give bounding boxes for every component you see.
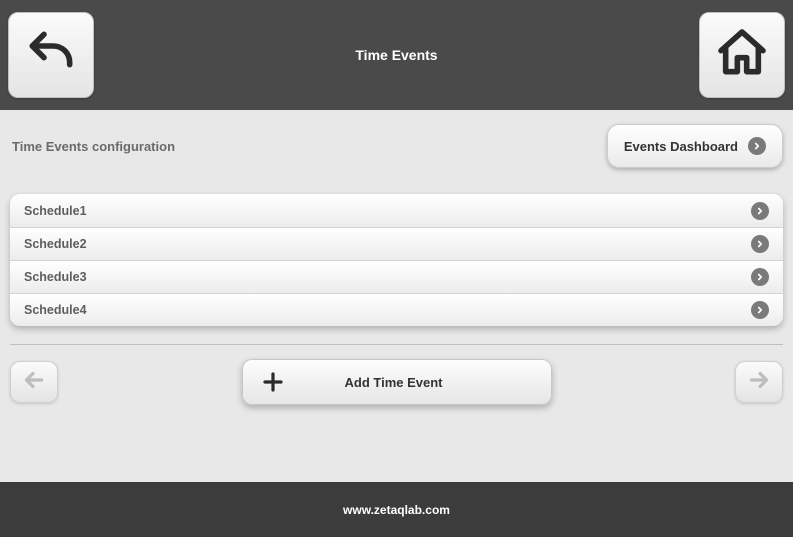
content-area: Time Events configuration Events Dashboa… <box>0 110 793 411</box>
events-dashboard-label: Events Dashboard <box>624 139 738 154</box>
back-arrow-icon <box>23 25 79 86</box>
list-item-label: Schedule2 <box>24 237 87 251</box>
list-item-label: Schedule4 <box>24 303 87 317</box>
chevron-right-icon <box>751 235 769 253</box>
top-bar: Time Events <box>0 0 793 110</box>
footer: www.zetaqlab.com <box>0 482 793 537</box>
events-dashboard-button[interactable]: Events Dashboard <box>607 124 783 168</box>
sub-header: Time Events configuration Events Dashboa… <box>10 124 783 168</box>
chevron-right-icon <box>751 268 769 286</box>
add-time-event-button[interactable]: Add Time Event <box>242 359 552 405</box>
chevron-right-icon <box>751 202 769 220</box>
list-item-label: Schedule1 <box>24 204 87 218</box>
back-button[interactable] <box>8 12 94 98</box>
arrow-left-icon <box>21 367 47 398</box>
list-item[interactable]: Schedule4 <box>10 293 783 326</box>
divider <box>10 344 783 345</box>
section-title: Time Events configuration <box>10 139 175 154</box>
list-item[interactable]: Schedule3 <box>10 260 783 293</box>
home-icon <box>714 25 770 86</box>
list-item-label: Schedule3 <box>24 270 87 284</box>
footer-text: www.zetaqlab.com <box>343 503 450 517</box>
chevron-right-icon <box>748 137 766 155</box>
page-title: Time Events <box>94 47 699 63</box>
list-item[interactable]: Schedule2 <box>10 227 783 260</box>
home-button[interactable] <box>699 12 785 98</box>
plus-icon <box>261 370 285 394</box>
arrow-right-icon <box>746 367 772 398</box>
chevron-right-icon <box>751 301 769 319</box>
schedule-list: Schedule1 Schedule2 Schedule3 Schedule4 <box>10 194 783 326</box>
prev-button[interactable] <box>10 361 58 403</box>
action-row: Add Time Event <box>10 359 783 405</box>
list-item[interactable]: Schedule1 <box>10 194 783 227</box>
next-button[interactable] <box>735 361 783 403</box>
add-time-event-label: Add Time Event <box>345 375 443 390</box>
